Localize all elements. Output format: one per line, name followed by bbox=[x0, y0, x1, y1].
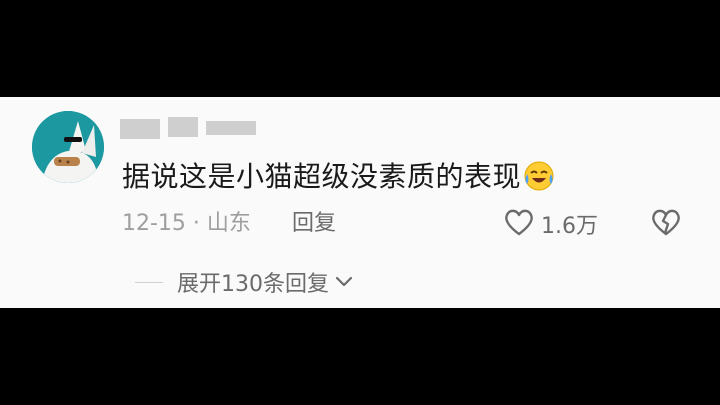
heart-icon bbox=[503, 207, 535, 241]
comment-text: 据说这是小猫超级没素质的表现 bbox=[122, 160, 555, 200]
avatar-cat-image bbox=[32, 111, 104, 183]
comment-body: 据说这是小猫超级没素质的表现 bbox=[122, 160, 522, 193]
blur-block bbox=[120, 119, 160, 139]
dislike-button[interactable] bbox=[650, 207, 682, 241]
blur-block bbox=[206, 121, 256, 135]
like-count: 1.6万 bbox=[541, 214, 598, 239]
like-button[interactable]: 1.6万 bbox=[503, 207, 598, 241]
expand-replies[interactable]: 展开130条回复 bbox=[135, 267, 353, 297]
avatar[interactable] bbox=[32, 111, 104, 183]
blur-block bbox=[168, 117, 198, 137]
chevron-down-icon bbox=[335, 273, 353, 292]
comment-card: 据说这是小猫超级没素质的表现 12-15 · 山东 回复 1.6万 展开130条… bbox=[0, 97, 720, 308]
divider-line bbox=[135, 281, 163, 283]
reply-button[interactable]: 回复 bbox=[292, 210, 336, 238]
comment-date-location: 12-15 · 山东 bbox=[122, 211, 251, 236]
face-with-tears-of-joy-icon bbox=[523, 160, 555, 200]
username-blurred[interactable] bbox=[120, 115, 260, 139]
broken-heart-icon bbox=[650, 209, 682, 241]
expand-replies-label: 展开130条回复 bbox=[177, 272, 329, 297]
